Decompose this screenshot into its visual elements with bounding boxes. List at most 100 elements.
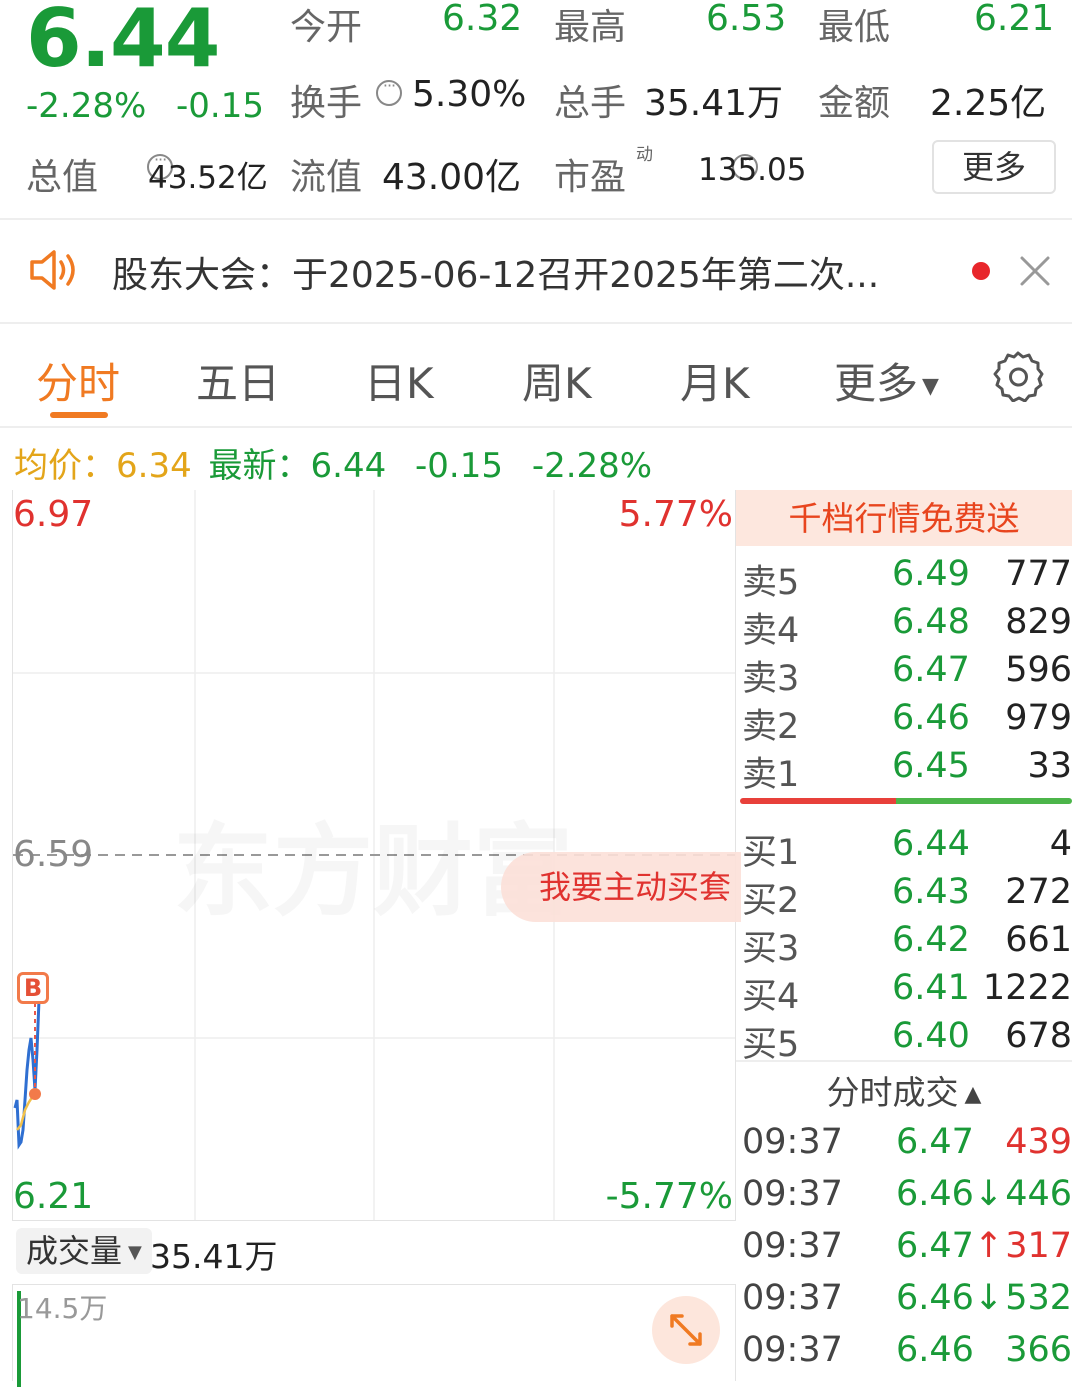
volume-value: 35.41万 bbox=[644, 83, 784, 124]
ask-label: 卖4 bbox=[742, 611, 800, 651]
chart-bottom-pct: -5.77% bbox=[605, 1176, 733, 1217]
tick-row: 09:37 6.46↓ 446 bbox=[742, 1174, 1072, 1226]
tab-intraday[interactable]: 分时 bbox=[36, 350, 120, 411]
ask-row: 卖3 6.47 596 bbox=[742, 650, 1072, 699]
tick-row: 09:37 6.46↓ 532 bbox=[742, 1278, 1072, 1330]
bid-price: 6.44 bbox=[892, 824, 970, 864]
bid-label: 买2 bbox=[742, 881, 800, 921]
tick-volume: 439 bbox=[1005, 1122, 1072, 1162]
volume-chart[interactable]: 14.5万 bbox=[12, 1284, 736, 1387]
amount-value: 2.25亿 bbox=[930, 83, 1047, 124]
tab-weekly-k[interactable]: 周K bbox=[522, 350, 592, 411]
divider bbox=[0, 322, 1072, 324]
tick-time: 09:37 bbox=[742, 1174, 843, 1214]
tab-five-day[interactable]: 五日 bbox=[196, 350, 280, 411]
ask-row: 卖1 6.45 33 bbox=[742, 746, 1072, 795]
mktcap-value: 43.52亿 bbox=[148, 160, 268, 196]
ask-price: 6.48 bbox=[892, 602, 970, 642]
tick-volume: 532 bbox=[1005, 1278, 1072, 1318]
info-icon[interactable] bbox=[376, 76, 402, 106]
tick-time: 09:37 bbox=[742, 1330, 843, 1370]
expand-icon bbox=[670, 1314, 702, 1346]
bid-volume: 1222 bbox=[982, 968, 1072, 1008]
level-banner[interactable]: 千档行情免费送 bbox=[736, 490, 1072, 546]
bid-row: 买4 6.41 1222 bbox=[742, 968, 1072, 1017]
last-label: 最新： bbox=[208, 446, 311, 486]
tick-time: 09:37 bbox=[742, 1122, 843, 1162]
tab-more[interactable]: 更多 ▼ bbox=[834, 350, 939, 411]
price-summary: 均价：6.34 最新：6.44 -0.15 -2.28% bbox=[14, 438, 652, 487]
buy-marker-icon[interactable]: B bbox=[17, 972, 49, 1004]
ask-price: 6.46 bbox=[892, 698, 970, 738]
high-value: 6.53 bbox=[706, 0, 787, 39]
divider bbox=[736, 1060, 1072, 1062]
amount-label: 金额 bbox=[818, 83, 891, 124]
float-value: 43.00亿 bbox=[382, 157, 522, 198]
tick-price: 6.47↑ bbox=[896, 1226, 1004, 1266]
divider bbox=[0, 426, 1072, 428]
caret-down-icon: ▼ bbox=[922, 374, 939, 399]
tick-list-title: 分时成交 bbox=[826, 1073, 959, 1112]
volume-total: 35.41万 bbox=[150, 1237, 278, 1276]
divider bbox=[0, 218, 1072, 220]
bid-volume: 4 bbox=[1049, 824, 1072, 864]
volume-axis-max: 14.5万 bbox=[17, 1292, 108, 1325]
low-value: 6.21 bbox=[974, 0, 1055, 39]
bid-price: 6.40 bbox=[892, 1016, 970, 1056]
ask-label: 卖3 bbox=[742, 659, 800, 699]
tick-list-header[interactable]: 分时成交 ▲ bbox=[736, 1066, 1072, 1114]
bid-row: 买3 6.42 661 bbox=[742, 920, 1072, 969]
last-value: 6.44 bbox=[310, 446, 387, 486]
change-amount: -0.15 bbox=[176, 86, 264, 126]
float-label: 流值 bbox=[290, 157, 363, 198]
pe-value: 135.05 bbox=[698, 152, 807, 188]
unread-dot bbox=[972, 262, 990, 280]
ask-price: 6.45 bbox=[892, 746, 970, 786]
tick-time: 09:37 bbox=[742, 1226, 843, 1266]
low-label: 最低 bbox=[818, 7, 891, 48]
notice-text[interactable]: 股东大会：于2025-06-12召开2025年第二次... bbox=[112, 246, 879, 298]
tick-volume: 366 bbox=[1005, 1330, 1072, 1370]
intraday-chart[interactable]: 东方财富 6.97 5.77% 6.59 我要主动买套 B 6.21 -5.77… bbox=[12, 490, 741, 1221]
ask-row: 卖2 6.46 979 bbox=[742, 698, 1072, 747]
tick-time: 09:37 bbox=[742, 1278, 843, 1318]
tab-more-label: 更多 bbox=[834, 359, 919, 408]
ask-price: 6.47 bbox=[892, 650, 970, 690]
tick-price: 6.46↓ bbox=[896, 1278, 1004, 1318]
pe-label: 市盈 bbox=[554, 157, 627, 198]
tab-daily-k[interactable]: 日K bbox=[364, 350, 434, 411]
bid-label: 买1 bbox=[742, 833, 800, 873]
avg-value: 6.34 bbox=[116, 446, 192, 486]
bid-ask-ratio-bar bbox=[740, 798, 1072, 804]
ask-row: 卖5 6.49 777 bbox=[742, 554, 1072, 603]
caret-up-icon: ▲ bbox=[964, 1082, 982, 1107]
tick-arrow-icon: ↓ bbox=[973, 1278, 1004, 1318]
bid-volume: 661 bbox=[1005, 920, 1072, 960]
ask-row: 卖4 6.48 829 bbox=[742, 602, 1072, 651]
summary-change-pct: -2.28% bbox=[531, 446, 653, 486]
open-label: 今开 bbox=[290, 7, 363, 48]
turnover-value: 5.30% bbox=[412, 74, 527, 115]
bid-label: 买4 bbox=[742, 977, 800, 1017]
tick-price: 6.46 bbox=[896, 1330, 974, 1370]
volume-indicator-label: 成交量 bbox=[26, 1232, 123, 1270]
promo-bubble[interactable]: 我要主动买套 bbox=[501, 852, 741, 922]
chart-mid-price: 6.59 bbox=[13, 834, 94, 875]
chart-top-price: 6.97 bbox=[13, 494, 94, 535]
ask-label: 卖1 bbox=[742, 755, 800, 795]
ask-volume: 33 bbox=[1027, 746, 1072, 786]
volume-label: 总手 bbox=[554, 83, 627, 124]
gear-icon[interactable] bbox=[992, 350, 1044, 402]
expand-button[interactable] bbox=[652, 1296, 720, 1364]
ask-volume: 596 bbox=[1005, 650, 1072, 690]
more-button[interactable]: 更多 bbox=[932, 140, 1056, 194]
high-label: 最高 bbox=[554, 7, 627, 48]
bid-row: 买2 6.43 272 bbox=[742, 872, 1072, 921]
avg-label: 均价： bbox=[14, 446, 116, 486]
bid-price: 6.41 bbox=[892, 968, 970, 1008]
volume-indicator-select[interactable]: 成交量 ▼ bbox=[16, 1228, 152, 1274]
close-icon[interactable] bbox=[1018, 254, 1052, 288]
bid-price: 6.42 bbox=[892, 920, 970, 960]
change-percent: -2.28% bbox=[26, 86, 147, 126]
tab-monthly-k[interactable]: 月K bbox=[680, 350, 750, 411]
